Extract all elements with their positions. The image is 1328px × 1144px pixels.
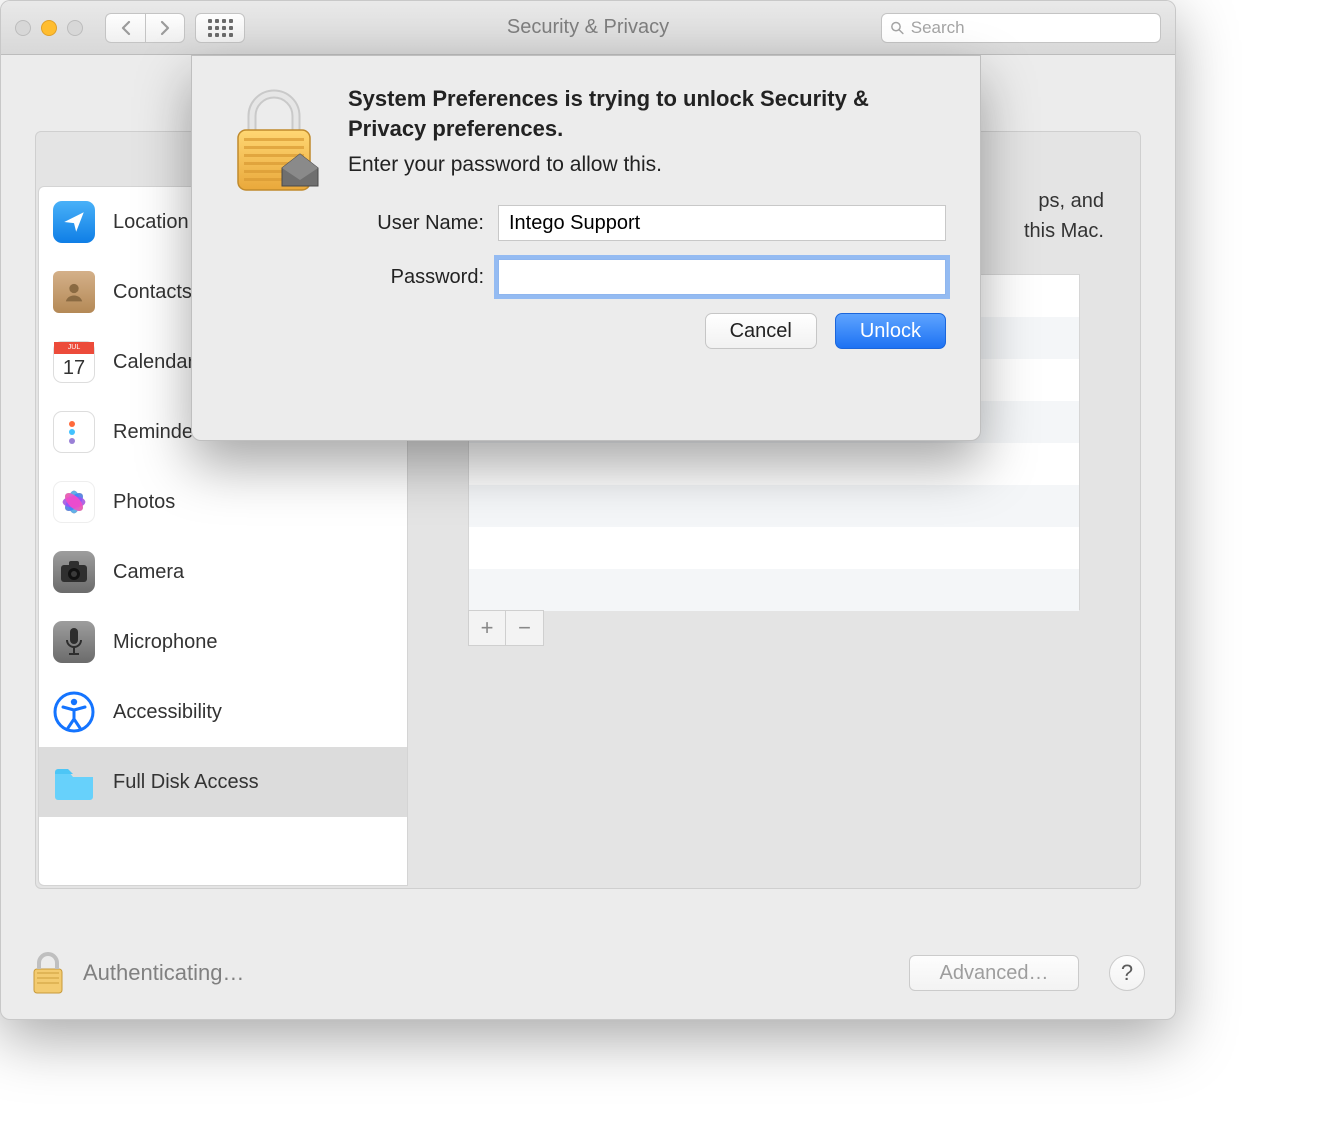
camera-icon [53, 551, 95, 593]
minimize-window-button[interactable] [41, 20, 57, 36]
username-label: User Name: [348, 212, 498, 235]
dialog-subtitle: Enter your password to allow this. [348, 153, 946, 177]
help-button[interactable]: ? [1109, 955, 1145, 991]
sidebar-item-label: Contacts [113, 281, 192, 304]
chevron-right-icon [159, 20, 171, 36]
location-icon [53, 201, 95, 243]
password-input[interactable] [498, 259, 946, 295]
contacts-icon [53, 271, 95, 313]
footer: Authenticating… Advanced… ? [31, 951, 1145, 995]
lock-status[interactable]: Authenticating… [83, 960, 244, 986]
list-row [469, 443, 1079, 485]
back-button[interactable] [105, 13, 145, 43]
sidebar-item-label: Accessibility [113, 701, 222, 724]
add-app-button[interactable]: + [468, 610, 506, 646]
close-window-button[interactable] [15, 20, 31, 36]
show-all-button[interactable] [195, 13, 245, 43]
unlock-button[interactable]: Unlock [835, 313, 946, 349]
cancel-button[interactable]: Cancel [705, 313, 817, 349]
list-row [469, 569, 1079, 611]
sidebar-item-full-disk-access[interactable]: Full Disk Access [39, 747, 407, 817]
sidebar-item-label: Microphone [113, 631, 218, 654]
traffic-lights [15, 20, 83, 36]
photos-icon [53, 481, 95, 523]
zoom-window-button[interactable] [67, 20, 83, 36]
sidebar-item-label: Camera [113, 561, 184, 584]
sidebar-item-microphone[interactable]: Microphone [39, 607, 407, 677]
list-row [469, 527, 1079, 569]
chevron-left-icon [120, 20, 132, 36]
advanced-button[interactable]: Advanced… [909, 955, 1079, 991]
search-field[interactable] [881, 13, 1161, 43]
list-row [469, 485, 1079, 527]
sidebar-item-label: Full Disk Access [113, 771, 259, 794]
titlebar: Security & Privacy [1, 1, 1175, 55]
sidebar-item-photos[interactable]: Photos [39, 467, 407, 537]
sidebar-item-accessibility[interactable]: Accessibility [39, 677, 407, 747]
lock-icon [31, 951, 65, 995]
forward-button[interactable] [145, 13, 185, 43]
microphone-icon [53, 621, 95, 663]
remove-app-button[interactable]: − [506, 610, 544, 646]
add-remove-controls: + − [468, 610, 1110, 646]
dialog-title: System Preferences is trying to unlock S… [348, 84, 946, 143]
calendar-icon: JUL 17 [53, 341, 95, 383]
folder-icon [53, 761, 95, 803]
sidebar-item-label: Photos [113, 491, 175, 514]
search-input[interactable] [911, 18, 1152, 38]
sidebar-item-camera[interactable]: Camera [39, 537, 407, 607]
preferences-window: Security & Privacy Location Services [0, 0, 1176, 1020]
accessibility-icon [53, 691, 95, 733]
nav-buttons [105, 13, 185, 43]
password-label: Password: [348, 266, 498, 289]
reminders-icon [53, 411, 95, 453]
search-icon [890, 20, 905, 36]
auth-lock-icon [226, 84, 322, 204]
grid-icon [208, 19, 233, 37]
auth-dialog: System Preferences is trying to unlock S… [191, 55, 981, 441]
username-input[interactable] [498, 205, 946, 241]
